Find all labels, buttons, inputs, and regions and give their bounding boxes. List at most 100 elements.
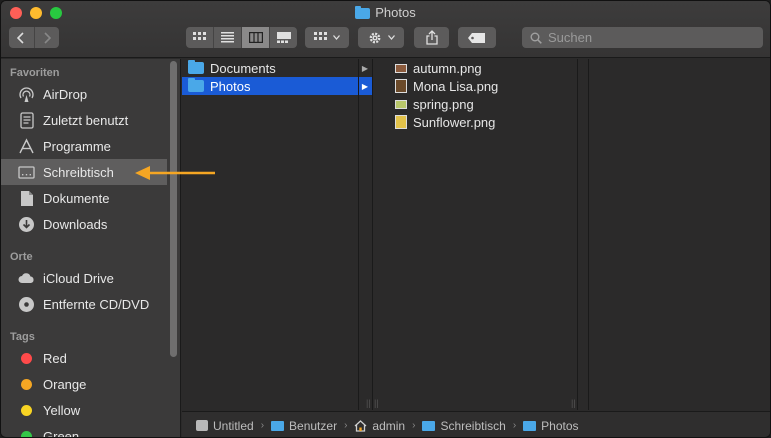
sidebar-item-label: Dokumente: [43, 190, 110, 206]
window-title-label: Photos: [375, 5, 416, 20]
edit-tags-button[interactable]: [458, 27, 496, 48]
sidebar-item-label: Yellow: [43, 402, 81, 418]
tag-icon: [468, 32, 485, 43]
path-separator-icon: ›: [260, 420, 265, 431]
path-item-label: Schreibtisch: [440, 418, 506, 433]
columns-icon: [248, 32, 263, 43]
path-item-admin[interactable]: admin: [354, 419, 405, 433]
disk-icon: [196, 420, 208, 431]
sidebar-item-label: Zuletzt benutzt: [43, 112, 129, 128]
gallery-icon: [276, 32, 291, 43]
sidebar-item-label: Downloads: [43, 216, 108, 232]
sidebar-heading-tags: Tags: [10, 331, 35, 343]
path-item-users[interactable]: Benutzer: [271, 419, 337, 433]
sidebar-item-label: iCloud Drive: [43, 270, 114, 286]
list-item-label: Sunflower.png: [413, 114, 496, 130]
navigation-buttons: [9, 27, 59, 48]
sidebar-item-airdrop[interactable]: AirDrop: [1, 81, 167, 107]
sidebar-item-label: AirDrop: [43, 86, 88, 102]
sidebar-item-remote-disc[interactable]: Entfernte CD/DVD: [1, 291, 167, 317]
list-item-file[interactable]: spring.png: [374, 95, 577, 113]
grid-icon: [193, 32, 206, 40]
list-item-label: Documents: [210, 60, 276, 76]
finder-window: Photos Suchen Favoriten AirDrop Zuletzt …: [0, 0, 771, 438]
share-icon: [425, 30, 438, 45]
folder-icon: [271, 420, 285, 431]
column-3: [579, 59, 770, 410]
gallery-view-button[interactable]: [270, 27, 297, 48]
path-item-label: admin: [372, 418, 406, 433]
home-icon: [354, 419, 367, 432]
path-item-desktop[interactable]: Schreibtisch: [422, 418, 506, 433]
list-item-file[interactable]: Mona Lisa.png: [374, 77, 577, 95]
chevron-down-icon: [333, 35, 340, 40]
sidebar-scrollbar[interactable]: [170, 61, 177, 357]
column-resize-handle[interactable]: ||: [374, 398, 379, 408]
list-item-documents[interactable]: Documents ▶: [182, 59, 372, 77]
path-item-photos[interactable]: Photos: [523, 418, 579, 433]
image-file-icon: [395, 115, 407, 129]
path-item-label: Photos: [541, 418, 579, 433]
folder-icon: [523, 420, 537, 431]
path-item-label: Benutzer: [289, 418, 338, 433]
list-item-file[interactable]: Sunflower.png: [374, 113, 577, 131]
list-item-label: Photos: [210, 78, 251, 94]
folder-icon: [355, 6, 371, 19]
sidebar-item-documents[interactable]: Dokumente: [1, 185, 167, 211]
path-item-untitled[interactable]: Untitled: [196, 419, 254, 433]
sidebar-item-label: Schreibtisch: [43, 164, 114, 180]
sidebar-item-downloads[interactable]: Downloads: [1, 211, 167, 237]
sidebar-item-applications[interactable]: Programme: [1, 133, 167, 159]
sidebar-item-label: Orange: [43, 376, 87, 392]
applications-icon: [18, 137, 35, 155]
share-button[interactable]: [414, 27, 449, 48]
path-separator-icon: ›: [512, 420, 517, 431]
path-separator-icon: ›: [344, 420, 348, 431]
window-title: Photos: [1, 5, 770, 20]
list-item-label: Mona Lisa.png: [413, 78, 499, 94]
list-item-file[interactable]: autumn.png: [374, 59, 577, 77]
path-bar: Untitled › Benutzer › admin › Schreibtis…: [182, 411, 770, 437]
list-view-button[interactable]: [214, 27, 242, 48]
sidebar-tag-yellow[interactable]: Yellow: [1, 397, 167, 423]
path-separator-icon: ›: [412, 420, 416, 431]
column-resize-gutter[interactable]: [358, 59, 372, 410]
sidebar-tag-green[interactable]: Green: [1, 423, 167, 438]
forward-button[interactable]: [35, 27, 60, 48]
sidebar-item-recents[interactable]: Zuletzt benutzt: [1, 107, 167, 133]
sidebar-item-label: Green: [43, 428, 80, 438]
back-button[interactable]: [9, 27, 35, 48]
cloud-icon: [18, 270, 35, 287]
sidebar-item-label: Programme: [43, 138, 111, 154]
tag-dot-icon: [21, 430, 32, 437]
column-resize-handle[interactable]: ||: [366, 398, 371, 408]
column-view-button[interactable]: [242, 27, 270, 48]
sidebar-tag-orange[interactable]: Orange: [1, 371, 167, 397]
column-1: Documents ▶ Photos ▶ ||: [182, 59, 373, 410]
list-item-photos[interactable]: Photos ▶: [182, 77, 372, 95]
list-icon: [221, 32, 234, 43]
recents-icon: [18, 111, 35, 129]
sidebar-item-label: Entfernte CD/DVD: [43, 296, 150, 312]
downloads-icon: [18, 216, 35, 233]
toolbar: Photos Suchen: [1, 1, 770, 58]
path-item-label: Untitled: [213, 418, 254, 433]
sidebar-item-icloud-drive[interactable]: iCloud Drive: [1, 265, 167, 291]
documents-icon: [18, 190, 35, 207]
image-file-icon: [395, 99, 407, 109]
image-file-icon: [395, 79, 407, 93]
tag-dot-icon: [21, 404, 32, 416]
folder-icon: [422, 420, 436, 431]
column-divider: [588, 59, 589, 410]
gear-icon: [369, 32, 380, 43]
chevron-right-icon: [44, 31, 51, 44]
search-input[interactable]: Suchen: [522, 27, 763, 48]
group-by-button[interactable]: [305, 27, 349, 48]
action-menu-button[interactable]: [358, 27, 404, 48]
chevron-down-icon: [387, 35, 395, 40]
sidebar-tag-red[interactable]: Red: [1, 345, 167, 371]
desktop-icon: [18, 164, 35, 181]
chevron-left-icon: [17, 31, 24, 44]
column-resize-handle[interactable]: ||: [571, 398, 576, 408]
icon-view-button[interactable]: [186, 27, 214, 48]
